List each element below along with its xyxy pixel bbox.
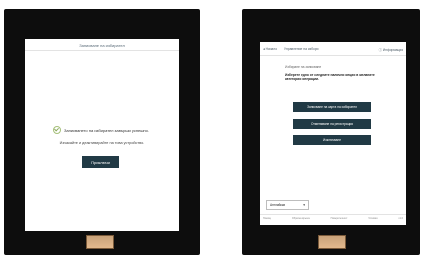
option-button-cancel-registration[interactable]: Отменяване на регистрация (293, 119, 371, 129)
instruction-text: Изберете едно от следните налични опции … (285, 73, 375, 82)
success-message: Записването на избирател завърши успешно… (64, 127, 149, 133)
left-screen: Записване на избирател Записването на из… (25, 39, 179, 231)
footer-divider (260, 214, 406, 215)
tablet-stand (86, 235, 114, 249)
tablet-left: Записване на избирател Записването на из… (4, 9, 200, 255)
version-label: v1.0 (398, 217, 403, 220)
footer-link[interactable]: Условия (368, 217, 377, 220)
footer-link[interactable]: Обратна връзка (292, 217, 310, 220)
option-button-exit[interactable]: Изключване (293, 135, 371, 145)
footer: Помощ Обратна връзка Поверителност Услов… (263, 217, 403, 220)
chevron-down-icon: ▾ (303, 203, 305, 207)
right-screen: ◂ Начало Управление на избори ⓘ Информац… (260, 42, 406, 225)
success-row: Записването на избирател завърши успешно… (53, 126, 149, 134)
footer-link[interactable]: Поверителност (331, 217, 348, 220)
header-title: Управление на избори (284, 47, 319, 51)
footer-link[interactable]: Помощ (263, 217, 271, 220)
info-link[interactable]: ⓘ Информация (379, 47, 403, 52)
check-icon (53, 126, 61, 134)
tablet-right: ◂ Начало Управление на избори ⓘ Информац… (242, 9, 420, 255)
wait-message: Изчакайте и деактивирайте на това устрой… (59, 141, 145, 145)
header-divider (260, 55, 406, 56)
app-header: ◂ Начало Управление на избори ⓘ Информац… (260, 45, 406, 55)
header-title: Записване на избирател (79, 43, 125, 48)
tablet-stand (318, 235, 346, 249)
finish-button[interactable]: Приключи (82, 156, 119, 168)
option-button-register-card[interactable]: Записване на карта на избирател (293, 102, 371, 112)
header-divider (25, 50, 179, 51)
section-label: Избиране на записване (285, 65, 322, 69)
language-select[interactable]: Английски ▾ (266, 200, 309, 210)
back-link[interactable]: ◂ Начало (263, 47, 277, 51)
language-select-value: Английски (270, 203, 286, 207)
